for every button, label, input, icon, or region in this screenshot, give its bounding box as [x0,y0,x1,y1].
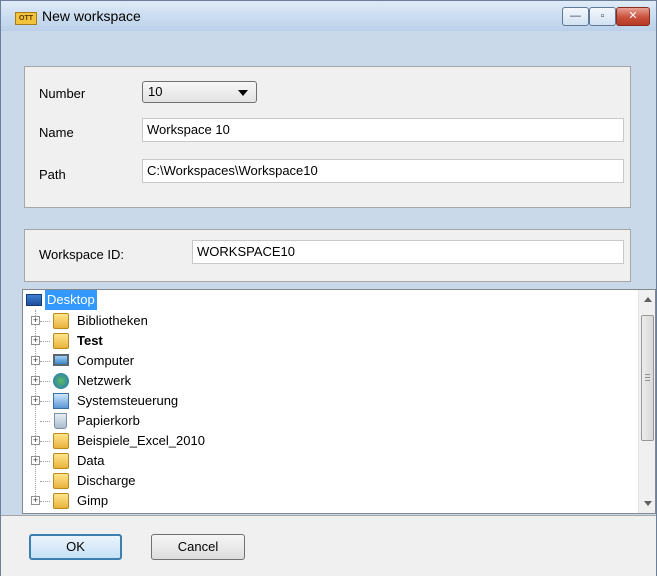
scroll-down-arrow-icon[interactable] [644,501,652,506]
tree-item-label: Bibliotheken [77,313,148,328]
tree-item-label: Papierkorb [77,413,140,428]
tree-item-papierkorb[interactable]: Papierkorb [23,411,633,431]
tree-item-label: Gimp [77,493,109,508]
window-title: New workspace [42,8,141,24]
tree-item-test[interactable]: + Test [23,331,633,351]
number-label: Number [39,86,86,101]
tree-item-label: Test [77,333,103,348]
tree-item-label: Systemsteuerung [77,393,179,408]
tree-item-data[interactable]: + Data [23,451,633,471]
tree-item-systemsteuerung[interactable]: + Systemsteuerung [23,391,633,411]
app-icon: OTT [15,12,37,25]
scrollbar-thumb[interactable] [641,315,654,441]
network-icon [53,373,69,389]
expand-icon[interactable]: + [31,496,40,505]
workspace-id-field[interactable]: WORKSPACE10 [192,240,624,264]
computer-icon [53,354,69,366]
expand-icon[interactable]: + [31,336,40,345]
number-select-value: 10 [148,84,163,99]
expand-icon[interactable]: + [31,376,40,385]
workspace-id-label: Workspace ID: [39,247,125,262]
tree-item-label: Beispiele_Excel_2010 [77,433,205,448]
tree-item-label: Computer [77,353,135,368]
tree-item-label: Discharge [77,473,136,488]
desktop-icon [26,294,42,306]
tree-item-desktop[interactable]: Desktop [23,290,633,310]
folder-icon [53,433,69,449]
tree-item-discharge[interactable]: Discharge [23,471,633,491]
tree-item-label: Netzwerk [77,373,132,388]
close-button[interactable]: ✕ [616,7,650,26]
tree-item-label: Desktop [45,290,97,310]
maximize-button[interactable]: ▫ [589,7,616,26]
minimize-button[interactable]: — [562,7,589,26]
folder-icon [53,453,69,469]
tree-item-gimp[interactable]: + Gimp [23,491,633,511]
expand-icon[interactable]: + [31,356,40,365]
recycle-bin-icon [54,413,67,429]
expand-icon[interactable]: + [31,456,40,465]
expand-icon[interactable]: + [31,436,40,445]
new-workspace-dialog: OTT New workspace — ▫ ✕ Number 10 Name W… [0,0,657,576]
tree-vertical-scrollbar[interactable] [638,290,655,513]
expand-icon[interactable]: + [31,316,40,325]
dialog-button-bar: OK Cancel [1,515,656,576]
title-bar[interactable]: OTT New workspace — ▫ ✕ [1,1,656,31]
user-folder-icon [53,333,69,349]
folder-icon [53,493,69,509]
tree-item-bibliotheken[interactable]: + Bibliotheken [23,311,633,331]
expand-icon[interactable]: + [31,396,40,405]
cancel-button[interactable]: Cancel [151,534,245,560]
path-field[interactable]: C:\Workspaces\Workspace10 [142,159,624,183]
folder-tree[interactable]: Desktop + Bibliotheken + Test + Computer… [22,289,656,514]
name-label: Name [39,125,74,140]
number-select[interactable]: 10 [142,81,257,103]
tree-item-label: Data [77,453,105,468]
ok-button[interactable]: OK [29,534,122,560]
folder-icon [53,473,69,489]
control-panel-icon [53,393,69,409]
chevron-down-icon [238,90,248,96]
tree-item-beispiele-excel-2010[interactable]: + Beispiele_Excel_2010 [23,431,633,451]
name-field[interactable]: Workspace 10 [142,118,624,142]
library-icon [53,313,69,329]
tree-item-netzwerk[interactable]: + Netzwerk [23,371,633,391]
tree-item-computer[interactable]: + Computer [23,351,633,371]
scroll-up-arrow-icon[interactable] [644,297,652,302]
path-label: Path [39,167,66,182]
